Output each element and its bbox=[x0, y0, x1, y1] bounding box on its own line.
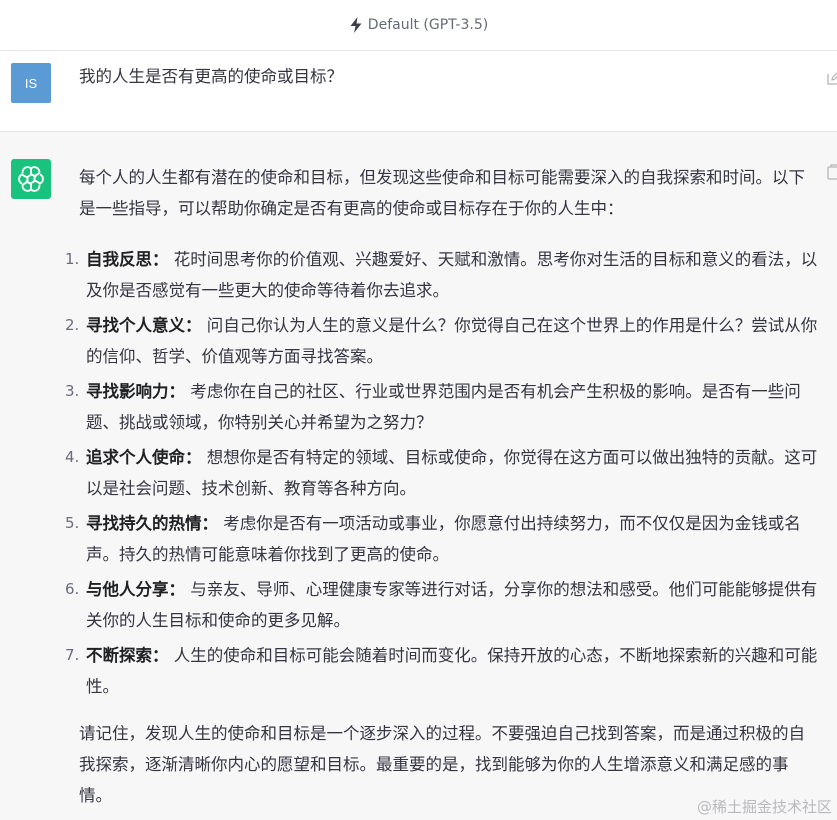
list-item: 3. 寻找影响力： 考虑你在自己的社区、行业或世界范围内是否有机会产生积极的影响… bbox=[65, 376, 819, 438]
chat-page: Default (GPT-3.5) IS 我的人生是否有更高的使命或目标？ 每个… bbox=[0, 0, 837, 820]
edit-icon[interactable] bbox=[827, 71, 837, 85]
list-item-text: 花时间思考你的价值观、兴趣爱好、天赋和激情。思考你对生活的目标和意义的看法，以及… bbox=[86, 250, 818, 300]
list-item: 2. 寻找个人意义： 问自己你认为人生的意义是什么？你觉得自己在这个世界上的作用… bbox=[65, 310, 819, 372]
list-item-title: 寻找影响力： bbox=[86, 382, 185, 401]
list-item-title: 追求个人使命： bbox=[86, 448, 202, 467]
assistant-message: 每个人的人生都有潜在的使命和目标，但发现这些使命和目标可能需要深入的自我探索和时… bbox=[0, 132, 837, 820]
watermark: @稀土掘金技术社区 bbox=[696, 798, 832, 816]
list-item-text: 考虑你在自己的社区、行业或世界范围内是否有机会产生积极的影响。是否有一些问题、挑… bbox=[86, 382, 801, 432]
list-number: 7. bbox=[65, 646, 80, 664]
answer-intro: 每个人的人生都有潜在的使命和目标，但发现这些使命和目标可能需要深入的自我探索和时… bbox=[79, 168, 805, 218]
list-item-text: 人生的使命和目标可能会随着时间而变化。保持开放的心态，不断地探索新的兴趣和可能性… bbox=[86, 646, 818, 696]
openai-logo-icon bbox=[11, 159, 51, 199]
bolt-icon bbox=[350, 17, 362, 33]
list-item-title: 不断探索： bbox=[86, 646, 169, 665]
user-avatar: IS bbox=[11, 63, 51, 103]
list-number: 6. bbox=[65, 580, 80, 598]
list-number: 2. bbox=[65, 316, 80, 334]
model-label: Default (GPT-3.5) bbox=[367, 17, 489, 33]
user-message: IS 我的人生是否有更高的使命或目标？ bbox=[0, 51, 837, 132]
list-number: 5. bbox=[65, 514, 80, 532]
list-item-title: 自我反思： bbox=[86, 250, 169, 269]
openai-logo-svg bbox=[18, 166, 44, 192]
user-message-text: 我的人生是否有更高的使命或目标？ bbox=[79, 67, 343, 86]
list-item: 6. 与他人分享： 与亲友、导师、心理健康专家等进行对话，分享你的想法和感受。他… bbox=[65, 574, 819, 636]
model-selector[interactable]: Default (GPT-3.5) bbox=[349, 17, 488, 33]
list-item: 1. 自我反思： 花时间思考你的价值观、兴趣爱好、天赋和激情。思考你对生活的目标… bbox=[65, 244, 819, 306]
list-item-title: 与他人分享： bbox=[86, 580, 185, 599]
list-item: 5. 寻找持久的热情： 考虑你是否有一项活动或事业，你愿意付出持续努力，而不仅仅… bbox=[65, 508, 819, 570]
answer-list: 1. 自我反思： 花时间思考你的价值观、兴趣爱好、天赋和激情。思考你对生活的目标… bbox=[65, 244, 819, 702]
list-item-text: 与亲友、导师、心理健康专家等进行对话，分享你的想法和感受。他们可能能够提供有关你… bbox=[86, 580, 818, 630]
list-item: 4. 追求个人使命： 想想你是否有特定的领域、目标或使命，你觉得在这方面可以做出… bbox=[65, 442, 819, 504]
list-number: 4. bbox=[65, 448, 80, 466]
list-number: 3. bbox=[65, 382, 80, 400]
list-item: 7. 不断探索： 人生的使命和目标可能会随着时间而变化。保持开放的心态，不断地探… bbox=[65, 640, 819, 702]
list-item-title: 寻找个人意义： bbox=[86, 316, 202, 335]
list-number: 1. bbox=[65, 250, 80, 268]
list-item-title: 寻找持久的热情： bbox=[86, 514, 218, 533]
assistant-answer: 每个人的人生都有潜在的使命和目标，但发现这些使命和目标可能需要深入的自我探索和时… bbox=[65, 162, 819, 811]
copy-icon[interactable] bbox=[827, 164, 837, 180]
chat-header: Default (GPT-3.5) bbox=[0, 0, 837, 51]
